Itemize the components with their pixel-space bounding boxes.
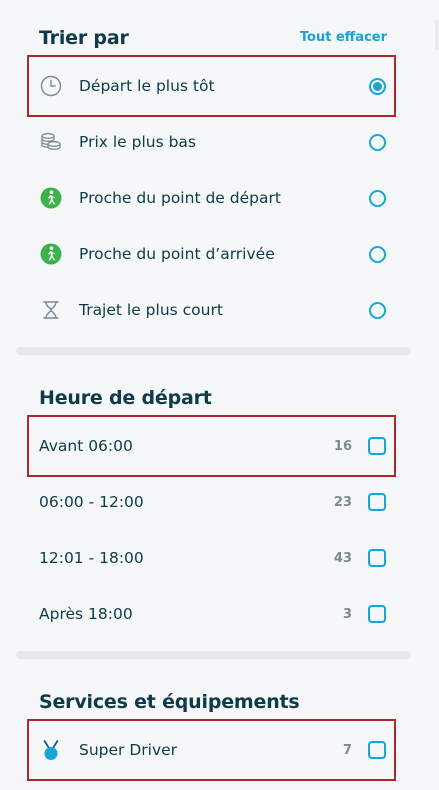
checkbox[interactable]	[368, 437, 386, 455]
checkbox[interactable]	[368, 605, 386, 623]
checkbox[interactable]	[368, 493, 386, 511]
result-count: 7	[342, 742, 352, 758]
coins-icon	[39, 130, 63, 154]
section-divider	[16, 347, 411, 355]
medal-icon	[39, 738, 63, 762]
departure-option-label: 06:00 - 12:00	[39, 493, 144, 511]
checkbox[interactable]	[368, 549, 386, 567]
section-divider	[16, 651, 411, 659]
sort-option-label: Proche du point de départ	[79, 189, 281, 207]
sort-option-label: Prix le plus bas	[79, 133, 197, 151]
sort-option-shortest-trip[interactable]: Trajet le plus court	[16, 282, 411, 338]
radio-unselected[interactable]	[369, 301, 386, 319]
departure-option-label: 12:01 - 18:00	[39, 549, 144, 567]
sort-section-title: Trier par	[39, 27, 129, 49]
sort-option-label: Proche du point d’arrivée	[79, 245, 275, 263]
walking-person-icon	[39, 186, 63, 210]
radio-unselected[interactable]	[369, 189, 386, 207]
departure-option-before-6[interactable]: Avant 06:00 16	[16, 418, 411, 474]
departure-option-label: Après 18:00	[39, 605, 133, 623]
departure-option-label: Avant 06:00	[39, 437, 133, 455]
sort-option-lowest-price[interactable]: Prix le plus bas	[16, 114, 411, 170]
result-count: 23	[333, 494, 352, 510]
result-count: 3	[342, 606, 352, 622]
radio-unselected[interactable]	[369, 133, 386, 151]
service-option-label: Super Driver	[79, 741, 178, 759]
walking-person-icon	[39, 242, 63, 266]
services-section-title: Services et équipements	[39, 691, 300, 713]
hourglass-icon	[39, 298, 63, 322]
departure-section-title: Heure de départ	[39, 387, 212, 409]
clear-all-link[interactable]: Tout effacer	[300, 30, 387, 45]
scrollbar[interactable]	[435, 20, 439, 50]
radio-unselected[interactable]	[369, 245, 386, 263]
sort-option-label: Départ le plus tôt	[79, 77, 215, 95]
filter-panel: Trier par Tout effacer Départ le plus tô…	[0, 0, 439, 790]
departure-option-afternoon[interactable]: 12:01 - 18:00 43	[16, 530, 411, 586]
result-count: 43	[333, 550, 352, 566]
sort-option-near-departure[interactable]: Proche du point de départ	[16, 170, 411, 226]
clock-icon	[39, 74, 63, 98]
service-option-super-driver[interactable]: Super Driver 7	[16, 722, 411, 778]
checkbox[interactable]	[368, 741, 386, 759]
radio-selected[interactable]	[369, 77, 386, 95]
sort-option-label: Trajet le plus court	[79, 301, 223, 319]
departure-option-evening[interactable]: Après 18:00 3	[16, 586, 411, 642]
result-count: 16	[333, 438, 352, 454]
sort-option-near-arrival[interactable]: Proche du point d’arrivée	[16, 226, 411, 282]
sort-option-earliest-departure[interactable]: Départ le plus tôt	[16, 58, 411, 114]
departure-option-morning[interactable]: 06:00 - 12:00 23	[16, 474, 411, 530]
